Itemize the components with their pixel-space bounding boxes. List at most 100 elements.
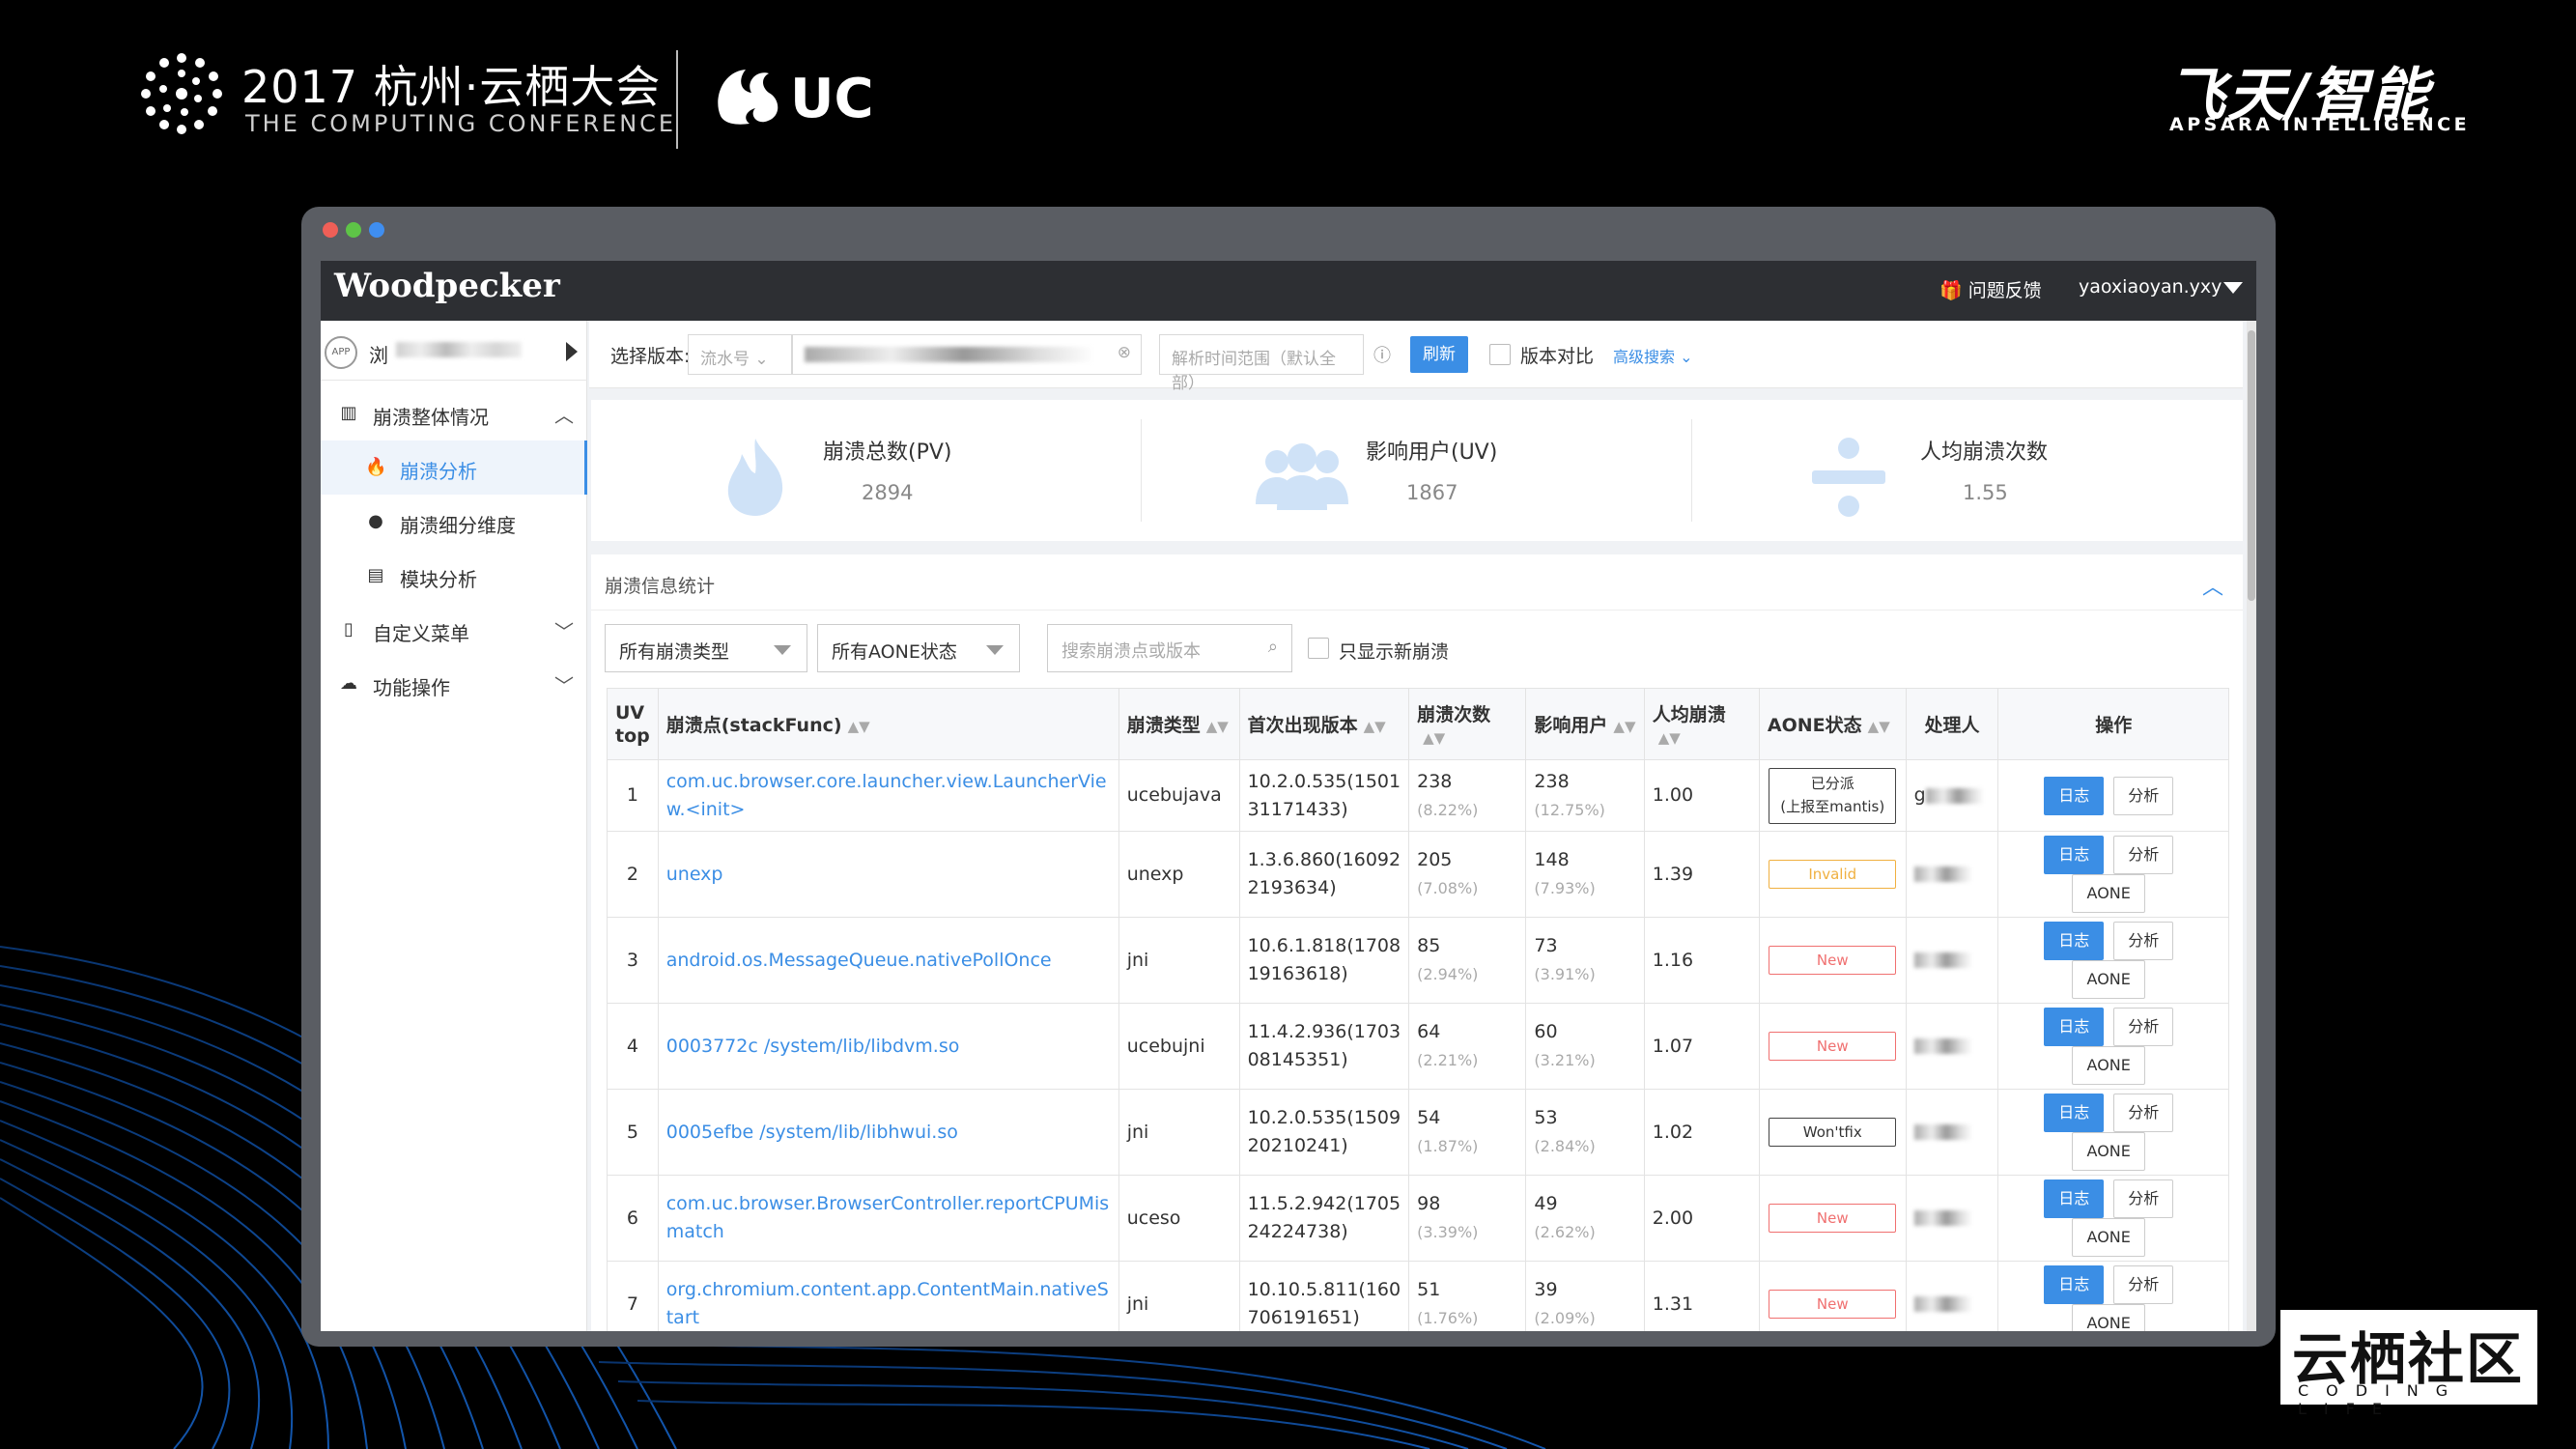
stack-link[interactable]: 0005efbe /system/lib/libhwui.so xyxy=(666,1122,958,1143)
aone-status-badge[interactable]: New xyxy=(1769,1204,1897,1233)
stack-link[interactable]: com.uc.browser.BrowserController.reportC… xyxy=(666,1193,1109,1242)
analyze-button[interactable]: 分析 xyxy=(2113,1179,2174,1218)
stack-link[interactable]: android.os.MessageQueue.nativePollOnce xyxy=(666,950,1052,971)
col-uv-top[interactable]: UV top xyxy=(607,688,659,760)
table-row[interactable]: 1 com.uc.browser.core.launcher.view.Launc… xyxy=(607,759,2229,832)
crash-type-dropdown[interactable]: 所有崩溃类型 xyxy=(605,624,807,672)
col-count[interactable]: 崩溃次数 ▲▼ xyxy=(1408,688,1527,760)
analyze-button[interactable]: 分析 xyxy=(2113,1008,2174,1046)
stack-link[interactable]: org.chromium.content.app.ContentMain.nat… xyxy=(666,1279,1109,1328)
scrollbar[interactable] xyxy=(2247,321,2256,1331)
users-icon xyxy=(1256,443,1348,510)
col-users[interactable]: 影响用户 ▲▼ xyxy=(1525,688,1645,760)
sidebar-item-crash-analysis[interactable]: 🔥 崩溃分析 xyxy=(321,440,587,495)
col-aone[interactable]: AONE状态 ▲▼ xyxy=(1758,688,1907,760)
sidebar-item-crash-dimensions[interactable]: ● 崩溃细分维度 xyxy=(321,495,587,549)
search-placeholder: 搜索崩溃点或版本 xyxy=(1062,641,1201,662)
brand-logo[interactable]: Woodpecker xyxy=(334,267,560,305)
version-line-2: 706191651) xyxy=(1247,1307,1360,1328)
table-row[interactable]: 3 android.os.MessageQueue.nativePollOnce j… xyxy=(607,917,2229,1004)
aone-status-badge[interactable]: Won'tfix xyxy=(1769,1118,1897,1147)
user-menu-caret-icon[interactable] xyxy=(2223,282,2243,294)
aone-status-cell: New xyxy=(1758,1261,1907,1331)
table-row[interactable]: 7 org.chromium.content.app.ContentMain.na… xyxy=(607,1261,2229,1331)
col-stack[interactable]: 崩溃点(stackFunc) ▲▼ xyxy=(657,688,1119,760)
window-minimize-dot[interactable] xyxy=(369,222,384,238)
log-button[interactable]: 日志 xyxy=(2044,1179,2105,1218)
analyze-button[interactable]: 分析 xyxy=(2113,1094,2174,1132)
panel-header[interactable]: 崩溃信息统计 ︿ xyxy=(591,554,2243,611)
window-maximize-dot[interactable] xyxy=(346,222,361,238)
version-line-2: 08145351) xyxy=(1247,1049,1348,1070)
type-cell: ucebujava xyxy=(1118,759,1240,832)
scrollbar-thumb[interactable] xyxy=(2248,330,2255,601)
version-type-select[interactable]: 流水号 ⌄ xyxy=(688,334,792,375)
search-icon[interactable]: ⌕ xyxy=(1268,637,1278,657)
aone-status-badge[interactable]: New xyxy=(1769,1032,1897,1061)
chevron-up-icon[interactable]: ︿ xyxy=(2202,570,2223,601)
sidebar-item-crash-overview[interactable]: ▥ 崩溃整体情况 ︿ xyxy=(321,386,587,440)
window-close-dot[interactable] xyxy=(323,222,338,238)
users-value: 49 xyxy=(1534,1193,1558,1214)
aone-button[interactable]: AONE xyxy=(2072,1304,2146,1331)
count-percent: (2.94%) xyxy=(1417,965,1479,983)
handler-redacted xyxy=(1913,1210,1972,1226)
stat-avg: 人均崩溃次数 1.55 xyxy=(1692,400,2243,541)
col-avg[interactable]: 人均崩溃 ▲▼ xyxy=(1643,688,1760,760)
log-button[interactable]: 日志 xyxy=(2044,1008,2105,1046)
aone-button[interactable]: AONE xyxy=(2072,1218,2146,1257)
crash-search-input[interactable]: 搜索崩溃点或版本 ⌕ xyxy=(1047,624,1292,672)
col-type[interactable]: 崩溃类型 ▲▼ xyxy=(1118,688,1240,760)
log-button[interactable]: 日志 xyxy=(2044,1094,2105,1132)
aone-button[interactable]: AONE xyxy=(2072,1046,2146,1085)
aone-status-badge[interactable]: New xyxy=(1769,946,1897,975)
username[interactable]: yaoxiaoyan.yxy xyxy=(2079,276,2222,298)
advanced-search-link[interactable]: 高级搜索 ⌄ xyxy=(1613,344,1693,367)
sidebar-item-operations[interactable]: ☁ 功能操作 ﹀ xyxy=(321,657,587,711)
caret-right-icon[interactable] xyxy=(566,342,578,361)
clear-icon[interactable]: ⊗ xyxy=(1118,343,1131,362)
users-cell: 60 (3.21%) xyxy=(1525,1003,1645,1090)
aone-button[interactable]: AONE xyxy=(2072,1132,2146,1171)
aone-button[interactable]: AONE xyxy=(2072,874,2146,913)
stack-link[interactable]: 0003772c /system/lib/libdvm.so xyxy=(666,1036,960,1057)
app-icon: APP xyxy=(325,336,357,369)
table-row[interactable]: 2 unexp unexp 1.3.6.860(16092 2193634) 205 (7.… xyxy=(607,831,2229,918)
rank-cell: 7 xyxy=(607,1261,659,1331)
aone-status-badge[interactable]: 已分派 (上报至mantis) xyxy=(1769,767,1897,824)
info-circle-icon[interactable]: ⓘ xyxy=(1373,342,1391,367)
refresh-button[interactable]: 刷新 xyxy=(1410,336,1468,373)
sidebar-item-module-analysis[interactable]: ▤ 模块分析 xyxy=(321,549,587,603)
log-button[interactable]: 日志 xyxy=(2044,776,2105,815)
handler-cell: g xyxy=(1905,759,1999,832)
aone-status-badge[interactable]: Invalid xyxy=(1769,860,1897,889)
aone-status-dropdown[interactable]: 所有AONE状态 xyxy=(817,624,1020,672)
sidebar-item-label: 崩溃分析 xyxy=(400,460,477,483)
analyze-button[interactable]: 分析 xyxy=(2113,836,2174,874)
table-row[interactable]: 6 com.uc.browser.BrowserController.report… xyxy=(607,1175,2229,1262)
version-select[interactable]: ⊗ xyxy=(792,334,1142,375)
analyze-button[interactable]: 分析 xyxy=(2113,776,2174,815)
table-row[interactable]: 5 0005efbe /system/lib/libhwui.so jni 10.2.… xyxy=(607,1089,2229,1176)
log-button[interactable]: 日志 xyxy=(2044,922,2105,960)
count-value: 64 xyxy=(1417,1021,1441,1042)
aone-status-badge[interactable]: New xyxy=(1769,1290,1897,1319)
log-button[interactable]: 日志 xyxy=(2044,836,2105,874)
rank-cell: 2 xyxy=(607,831,659,918)
log-button[interactable]: 日志 xyxy=(2044,1265,2105,1304)
analyze-button[interactable]: 分析 xyxy=(2113,922,2174,960)
aone-button[interactable]: AONE xyxy=(2072,960,2146,999)
stack-cell: 0005efbe /system/lib/libhwui.so xyxy=(657,1089,1119,1176)
stack-link[interactable]: unexp xyxy=(666,864,723,885)
compare-checkbox[interactable] xyxy=(1489,344,1511,365)
time-range-input[interactable]: 解析时间范围（默认全部） xyxy=(1159,334,1364,393)
sidebar-item-custom-menu[interactable]: ▯ 自定义菜单 ﹀ xyxy=(321,603,587,657)
stack-link[interactable]: com.uc.browser.core.launcher.view.Launch… xyxy=(666,771,1107,820)
analyze-button[interactable]: 分析 xyxy=(2113,1265,2174,1304)
col-first-version[interactable]: 首次出现版本 ▲▼ xyxy=(1238,688,1410,760)
count-cell: 238 (8.22%) xyxy=(1408,759,1527,832)
feedback-link[interactable]: 🎁 问题反馈 xyxy=(1939,276,2042,302)
app-selector[interactable]: APP 浏 xyxy=(321,321,587,381)
only-new-checkbox[interactable] xyxy=(1308,638,1329,659)
table-row[interactable]: 4 0003772c /system/lib/libdvm.so ucebujni 1… xyxy=(607,1003,2229,1090)
